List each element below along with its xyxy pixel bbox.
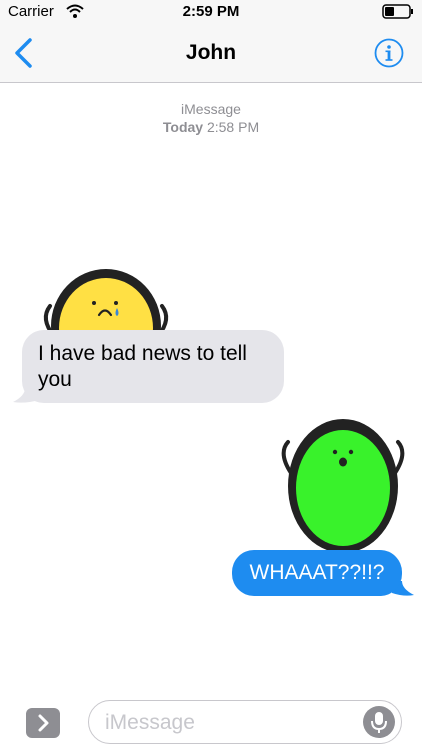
status-bar: Carrier 2:59 PM: [0, 0, 422, 24]
incoming-message-bubble[interactable]: I have bad news to tell you: [22, 330, 284, 403]
chevron-right-icon: [38, 714, 49, 732]
outgoing-message-bubble[interactable]: WHAAAT??!!?: [232, 550, 402, 596]
timestamp-time: 2:58 PM: [206, 119, 260, 135]
nav-bar: John: [0, 24, 422, 83]
sad-yellow-blob-sticker[interactable]: [36, 264, 176, 339]
info-icon[interactable]: [374, 38, 404, 68]
contact-name[interactable]: John: [0, 41, 422, 65]
message-input[interactable]: iMessage: [88, 700, 402, 744]
service-label: iMessage: [181, 101, 241, 117]
status-time: 2:59 PM: [182, 3, 240, 20]
microphone-icon: [371, 712, 387, 733]
shocked-green-blob-sticker[interactable]: [278, 418, 408, 553]
timestamp: Today 2:58 PM: [0, 118, 422, 136]
battery-icon: [382, 4, 413, 19]
message-input-placeholder: iMessage: [105, 711, 195, 734]
thread-meta: iMessage Today 2:58 PM: [0, 100, 422, 136]
apps-expand-button[interactable]: [26, 708, 60, 738]
timestamp-day: Today: [162, 119, 204, 135]
dictation-button[interactable]: [363, 706, 395, 738]
